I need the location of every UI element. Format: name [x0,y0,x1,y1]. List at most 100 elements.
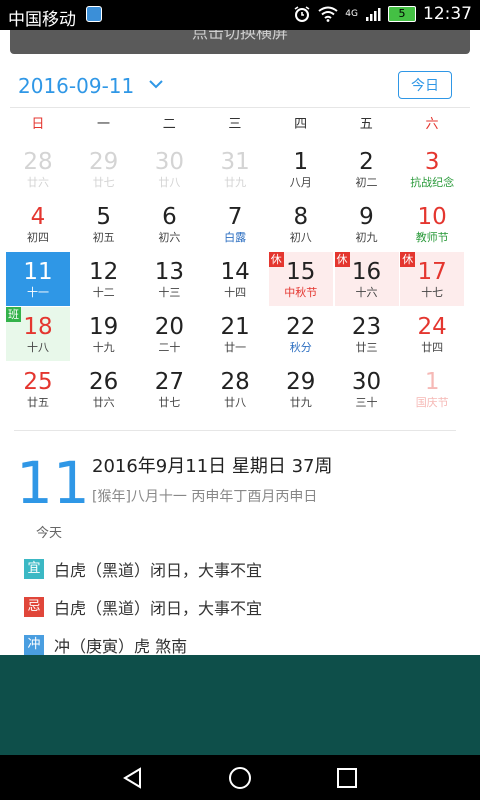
rest-day-badge: 休 [400,252,416,267]
almanac-item: 忌白虎（黑道）闭日，大事不宜 [24,595,262,619]
back-icon[interactable] [120,765,146,791]
day-number: 31 [220,149,250,175]
lunar-label: 初五 [92,231,115,244]
calendar-day-cell[interactable]: 26 廿六 [72,362,136,416]
home-icon[interactable] [227,765,253,791]
calendar-day-cell[interactable]: 休 15 中秋节 [268,252,333,306]
lunar-label: 十九 [92,341,115,354]
lunar-label: 廿六 [27,176,49,189]
weekday-label: 四 [294,117,308,132]
calendar-day-cell[interactable]: 4 初四 [6,197,70,251]
day-number: 5 [96,204,111,230]
calendar-day-cell[interactable]: 5 初五 [72,197,136,251]
rest-day-badge: 休 [334,252,350,267]
calendar-day-cell[interactable]: 23 廿三 [335,307,399,361]
day-number: 23 [351,314,382,340]
clock-time: 12:37 [423,4,472,24]
battery-icon: 5 [388,6,416,22]
lunar-label: 秋分 [289,341,312,354]
lunar-label: 廿一 [224,341,247,354]
today-button[interactable]: 今日 [398,71,452,99]
lunar-label: 廿五 [27,396,49,409]
calendar-day-cell[interactable]: 21 廿一 [203,307,267,361]
lunar-label: 十八 [27,341,49,354]
network-type-label: 4G [345,9,358,19]
day-number: 22 [286,314,316,340]
weekday-label: 一 [97,117,111,132]
calendar-day-cell[interactable]: 27 廿七 [137,362,201,416]
almanac-badge: 冲 [24,635,44,655]
day-number: 11 [23,259,53,285]
weekday-label: 二 [162,117,176,132]
lunar-label: 初四 [27,231,49,244]
calendar-day-cell[interactable]: 9 初九 [335,197,399,251]
notification-app-icon [86,6,102,22]
calendar-day-cell[interactable]: 20 二十 [137,307,201,361]
day-number: 29 [286,369,316,395]
rotate-screen-banner[interactable]: 点击切换横屏 [10,30,470,54]
lunar-label: 廿七 [158,396,181,409]
day-number: 25 [23,369,53,395]
day-number: 19 [89,314,119,340]
calendar-day-cell[interactable]: 25 廿五 [6,362,70,416]
calendar-day-cell[interactable]: 10 教师节 [400,197,464,251]
lunar-label: 初二 [355,176,378,189]
current-date-selector[interactable]: 2016-09-11 [18,74,134,98]
carrier-name: 中国移动 [8,10,76,30]
weekday-header: 日一二三四五六 [5,112,465,138]
weekday-label: 日 [31,117,45,132]
calendar-day-cell[interactable]: 1 八月 [269,142,333,196]
calendar-day-cell[interactable]: 24 廿四 [400,307,464,361]
almanac-badge: 忌 [24,597,44,617]
day-number: 10 [417,204,447,230]
day-number: 21 [220,314,250,340]
calendar-day-cell[interactable]: 14 十四 [203,252,267,306]
calendar-day-cell[interactable]: 22 秋分 [269,307,333,361]
selected-date-lunar: [猴年]八月十一 丙申年丁酉月丙申日 [92,489,318,505]
calendar-day-cell[interactable]: 28 廿六 [6,142,70,196]
day-number: 3 [424,149,440,175]
calendar-day-cell[interactable]: 19 十九 [72,307,136,361]
lunar-label: 三十 [355,396,378,409]
calendar-day-cell[interactable]: 1 国庆节 [400,362,464,416]
lunar-label: 二十 [158,341,181,354]
lunar-label: 十三 [158,286,181,299]
calendar-day-cell[interactable]: 7 白露 [203,197,267,251]
lunar-label: 十六 [355,286,378,299]
status-bar: 中国移动 4G 5 12:37 [0,0,480,30]
calendar-day-cell[interactable]: 11 十一 [6,252,70,306]
calendar-day-cell[interactable]: 29 廿九 [269,362,333,416]
section-divider [14,430,456,431]
workday-badge: 班 [6,307,21,322]
navigation-bar [0,755,480,800]
recent-apps-icon[interactable] [334,765,360,791]
calendar-day-cell[interactable]: 28 廿八 [203,362,267,416]
calendar-day-cell[interactable]: 13 十三 [137,252,201,306]
calendar-day-cell[interactable]: 30 三十 [335,362,399,416]
day-number: 28 [23,149,53,175]
day-number: 8 [293,204,309,230]
calendar-day-cell[interactable]: 29 廿七 [72,142,136,196]
lunar-label: 国庆节 [415,396,449,409]
calendar-day-cell[interactable]: 班 18 十八 [6,307,70,361]
chevron-down-icon[interactable] [148,78,164,90]
day-number: 27 [154,369,185,395]
calendar-day-cell[interactable]: 休 16 十六 [334,252,399,306]
calendar-day-cell[interactable]: 12 十二 [72,252,136,306]
day-number: 29 [89,149,119,175]
almanac-badge: 宜 [24,559,44,579]
calendar-day-cell[interactable]: 3 抗战纪念 [400,142,464,196]
calendar-day-cell[interactable]: 2 初二 [335,142,399,196]
calendar-day-cell[interactable]: 31 廿九 [203,142,267,196]
calendar-day-cell[interactable]: 30 廿八 [137,142,201,196]
day-number: 30 [154,149,185,175]
calendar-day-cell[interactable]: 休 17 十七 [400,252,465,306]
day-number: 9 [359,204,374,230]
weekday-label: 六 [425,117,439,132]
lunar-label: 中秋节 [284,286,318,299]
calendar-day-cell[interactable]: 6 初六 [137,197,201,251]
calendar-day-cell[interactable]: 8 初八 [269,197,333,251]
almanac-item: 冲冲（庚寅）虎 煞南 [24,633,187,657]
weekday-label: 三 [228,117,242,132]
day-number: 20 [154,314,185,340]
